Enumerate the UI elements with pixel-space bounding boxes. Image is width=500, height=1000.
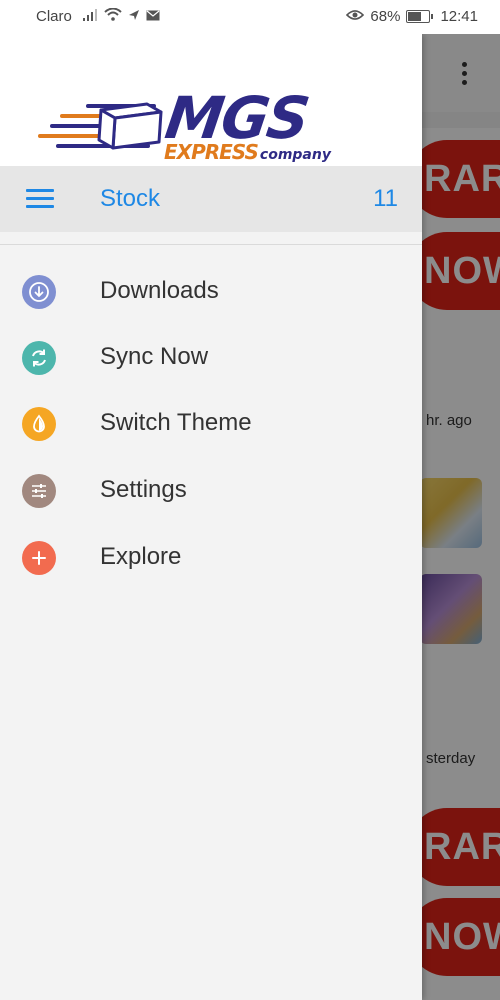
- logo-express-text: EXPRESS: [164, 140, 259, 164]
- clock: 12:41: [440, 8, 478, 25]
- navigation-drawer: MGS EXPRESS company Stock 11 Downloads Sy…: [0, 34, 422, 1000]
- hamburger-icon: [26, 189, 54, 213]
- drawer-item-stock-label: Stock: [100, 185, 161, 212]
- drawer-item-stock[interactable]: Stock 11: [0, 166, 422, 232]
- battery-percent: 68%: [370, 8, 401, 25]
- battery-icon: [406, 10, 434, 23]
- drawer-item-settings[interactable]: Settings: [0, 458, 422, 524]
- status-icons-right: 68% 12:41: [346, 8, 478, 25]
- settings-sliders-icon: [22, 474, 56, 508]
- drawer-item-stock-count: 11: [373, 185, 398, 212]
- company-logo: MGS EXPRESS company: [38, 84, 358, 166]
- navigation-arrow-icon: [128, 9, 140, 25]
- drawer-item-switch-theme[interactable]: Switch Theme: [0, 391, 422, 457]
- logo-company-text: company: [259, 147, 331, 163]
- download-icon: [22, 275, 56, 309]
- logo-sub-text: EXPRESS company: [164, 140, 331, 164]
- signal-icon: [82, 8, 98, 25]
- drawer-item-label: Downloads: [100, 277, 219, 304]
- plus-icon: [22, 541, 56, 575]
- eye-comfort-icon: [346, 9, 365, 25]
- drawer-item-label: Sync Now: [100, 343, 209, 370]
- theme-icon: [22, 407, 56, 441]
- wifi-icon: [104, 7, 122, 25]
- drawer-item-downloads[interactable]: Downloads: [0, 259, 422, 325]
- sync-icon: [22, 341, 56, 375]
- carrier-name: Claro: [36, 8, 72, 25]
- drawer-item-label: Switch Theme: [100, 409, 252, 436]
- drawer-item-explore[interactable]: Explore: [0, 525, 422, 591]
- drawer-header: MGS EXPRESS company: [0, 34, 422, 166]
- status-icons-left: [82, 7, 160, 25]
- drawer-item-sync-now[interactable]: Sync Now: [0, 325, 422, 391]
- drawer-divider: [0, 244, 422, 245]
- logo-box-icon: [93, 96, 165, 157]
- status-bar: Claro 68% 12:41: [0, 0, 500, 34]
- drawer-item-label: Settings: [100, 476, 187, 503]
- drawer-item-label: Explore: [100, 543, 182, 570]
- mail-icon: [146, 9, 160, 25]
